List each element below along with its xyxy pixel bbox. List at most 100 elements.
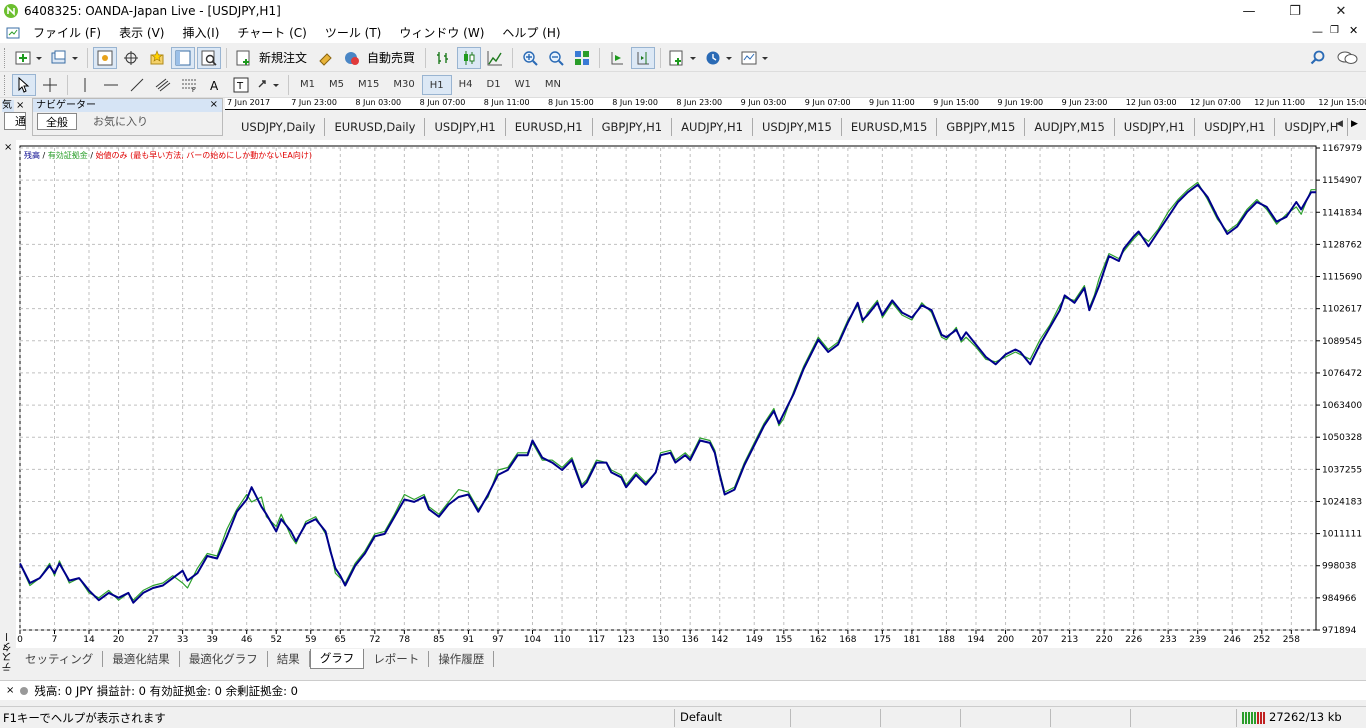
text-tool[interactable]: A xyxy=(203,74,227,96)
chart-tab[interactable]: GBPJPY,H1 xyxy=(593,118,673,136)
maximize-button[interactable]: ❐ xyxy=(1272,0,1318,22)
trendline-tool[interactable] xyxy=(125,74,149,96)
status-close-icon[interactable]: × xyxy=(6,685,14,696)
cursor-tool[interactable] xyxy=(12,73,36,96)
time-axis-label: 12 Jun 15:00 xyxy=(1318,98,1366,107)
menu-chart[interactable]: チャート (C) xyxy=(228,24,315,41)
chart-tab[interactable]: USDJPY,H1 xyxy=(1195,118,1276,136)
navigator-button[interactable] xyxy=(145,47,169,69)
fibonacci-tool[interactable]: F xyxy=(177,74,201,96)
timeframe-m1[interactable]: M1 xyxy=(293,75,322,95)
candlestick-button[interactable] xyxy=(457,46,482,69)
new-order-button[interactable]: 新規注文 xyxy=(259,49,307,66)
menu-window[interactable]: ウィンドウ (W) xyxy=(390,24,493,41)
zoom-in-button[interactable] xyxy=(518,47,542,69)
tab-scroll-left-icon[interactable]: ◀ xyxy=(1336,119,1343,129)
chart-shift-button[interactable] xyxy=(631,46,656,69)
x-tick-label: 220 xyxy=(1096,635,1113,645)
mdi-close-icon[interactable]: ✕ xyxy=(1349,24,1358,37)
tester-tab[interactable]: 最適化結果 xyxy=(103,651,180,667)
meta-editor-button[interactable] xyxy=(314,47,338,69)
navigator-tab-general[interactable]: 全般 xyxy=(37,113,77,130)
timeframe-mn[interactable]: MN xyxy=(538,75,568,95)
strategy-tester-button[interactable] xyxy=(197,46,221,69)
indicators-button[interactable] xyxy=(666,47,700,69)
chart-legend: 残高 / 有効証拠金 / 始値のみ (最も早い方法, バーの始めにしか動かないE… xyxy=(24,150,312,160)
profiles-button[interactable] xyxy=(48,47,82,69)
x-tick-label: 213 xyxy=(1061,635,1078,645)
crosshair-icon xyxy=(43,77,57,92)
meta-editor-icon xyxy=(319,52,332,66)
close-button[interactable]: ✕ xyxy=(1318,0,1364,22)
timeframe-d1[interactable]: D1 xyxy=(480,75,508,95)
crosshair-tool[interactable] xyxy=(38,74,62,96)
tab-scroll-right-icon[interactable]: ▶ xyxy=(1351,119,1358,129)
zoom-out-button[interactable] xyxy=(544,47,568,69)
menu-file[interactable]: ファイル (F) xyxy=(24,24,110,41)
menu-view[interactable]: 表示 (V) xyxy=(110,24,173,41)
time-axis-label: 9 Jun 07:00 xyxy=(804,98,851,107)
timeframe-h1[interactable]: H1 xyxy=(421,74,452,95)
x-tick-label: 59 xyxy=(305,635,317,645)
profile-name: Default xyxy=(680,710,723,724)
tester-close-icon[interactable]: × xyxy=(4,142,12,153)
text-label-tool[interactable]: T xyxy=(229,74,253,96)
mdi-minimize-icon[interactable]: — xyxy=(1312,25,1323,38)
equidistant-channel-tool[interactable] xyxy=(151,74,175,96)
new-order-icon-button[interactable] xyxy=(232,47,256,69)
vertical-line-tool[interactable] xyxy=(73,74,97,96)
data-window-button[interactable] xyxy=(119,47,143,69)
chat-icon[interactable] xyxy=(1336,50,1358,66)
search-icon[interactable] xyxy=(1310,50,1326,66)
chart-tab[interactable]: EURUSD,M15 xyxy=(842,118,938,136)
chart-tab[interactable]: AUDJPY,H1 xyxy=(672,118,753,136)
line-chart-button[interactable] xyxy=(483,47,507,69)
tile-windows-button[interactable] xyxy=(570,47,594,69)
tester-tab[interactable]: グラフ xyxy=(309,649,365,669)
market-watch-icon xyxy=(97,50,113,65)
chart-tab[interactable]: USDJPY,H1 xyxy=(1115,118,1196,136)
chart-tab[interactable]: USDJPY,M15 xyxy=(753,118,842,136)
chart-tab[interactable]: EURUSD,Daily xyxy=(325,118,426,136)
timeframe-m5[interactable]: M5 xyxy=(322,75,351,95)
templates-button[interactable] xyxy=(738,47,772,69)
chart-tab[interactable]: EURUSD,H1 xyxy=(506,118,593,136)
connection-status-icon[interactable] xyxy=(1242,712,1266,724)
horizontal-line-tool[interactable] xyxy=(99,74,123,96)
market-watch-stub-tab[interactable]: 通 xyxy=(4,112,26,130)
x-tick-label: 104 xyxy=(524,635,541,645)
mdi-restore-icon[interactable]: ❐ xyxy=(1330,25,1339,36)
y-tick-label: 1167979 xyxy=(1322,144,1362,154)
chart-tab[interactable]: USDJPY,Daily xyxy=(225,118,326,136)
minimize-button[interactable]: — xyxy=(1226,0,1272,22)
navigator-close-icon[interactable]: × xyxy=(210,99,218,110)
tester-tab[interactable]: レポート xyxy=(364,651,430,667)
chart-tab[interactable]: AUDJPY,M15 xyxy=(1025,118,1115,136)
periods-button[interactable] xyxy=(702,47,736,69)
menu-tools[interactable]: ツール (T) xyxy=(316,24,391,41)
navigator-tab-favorites[interactable]: お気に入り xyxy=(85,113,156,130)
timeframe-h4[interactable]: H4 xyxy=(452,75,480,95)
market-watch-close-icon[interactable]: × xyxy=(16,100,24,111)
bar-chart-button[interactable] xyxy=(431,47,455,69)
chart-tab[interactable]: USDJPY,H1 xyxy=(425,118,506,136)
timeframe-m30[interactable]: M30 xyxy=(386,75,421,95)
auto-scroll-icon xyxy=(611,51,624,64)
chart-tab[interactable]: GBPJPY,M15 xyxy=(937,118,1026,136)
auto-scroll-button[interactable] xyxy=(605,47,629,69)
auto-trade-button[interactable]: 自動売買 xyxy=(367,49,415,66)
menu-help[interactable]: ヘルプ (H) xyxy=(493,24,569,41)
status-bar: F1キーでヘルプが表示されます Default 27262/13 kb xyxy=(0,706,1366,728)
tester-tab[interactable]: 最適化グラフ xyxy=(180,651,268,667)
tester-tab[interactable]: セッティング xyxy=(16,651,104,667)
menu-insert[interactable]: 挿入(I) xyxy=(173,24,228,41)
timeframe-w1[interactable]: W1 xyxy=(508,75,538,95)
auto-trade-icon-button[interactable] xyxy=(340,47,364,69)
tester-tab[interactable]: 結果 xyxy=(268,651,310,667)
terminal-button[interactable] xyxy=(171,46,195,69)
new-chart-button[interactable] xyxy=(12,47,46,69)
arrows-tool[interactable] xyxy=(255,74,283,96)
tester-tab[interactable]: 操作履歴 xyxy=(429,651,495,667)
timeframe-m15[interactable]: M15 xyxy=(351,75,386,95)
market-watch-button[interactable] xyxy=(93,46,117,69)
